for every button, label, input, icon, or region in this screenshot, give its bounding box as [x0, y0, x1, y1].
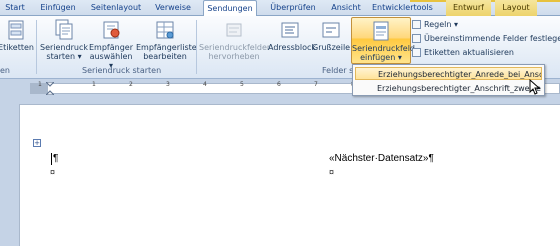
edit-recipient-list-icon — [156, 21, 174, 39]
cell-end-mark: ¤ — [329, 167, 335, 177]
cell-paragraph-mark[interactable]: ¶ — [53, 153, 58, 164]
ruler-number: 4 — [203, 81, 207, 88]
dropdown-item-anrede[interactable]: Erziehungsberechtigter_Anrede_bei_Ansch — [355, 67, 542, 80]
ruler-number: 1 — [38, 81, 42, 88]
highlight-fields-icon — [226, 23, 242, 37]
ruler-number: 2 — [129, 81, 133, 88]
seriendruck-starten-button[interactable]: Seriendruck starten ▾ — [40, 19, 88, 61]
ruler-number: 3 — [166, 81, 170, 88]
select-recipients-icon — [103, 21, 120, 39]
dropdown-item-anschrift[interactable]: Erziehungsberechtigter_Anschrift_zweize — [355, 82, 542, 95]
text-cursor — [51, 153, 52, 165]
greeting-line-icon — [322, 22, 340, 38]
tab-layout[interactable]: Layout — [495, 0, 537, 16]
ruler-number: 6 — [277, 81, 281, 88]
uebereinstimmende-felder-button[interactable]: Übereinstimmende Felder festlegen — [412, 33, 560, 44]
tab-ueberpruefen[interactable]: Überprüfen — [268, 0, 318, 16]
grusszeile-button[interactable]: Grußzeile — [312, 19, 350, 52]
document-page[interactable]: + ¶ ¤ «Nächster·Datensatz»¶ ¤ — [19, 104, 560, 246]
group-label-felder: Felder s — [322, 66, 354, 75]
ruler-number: 1 — [92, 81, 96, 88]
table-move-handle[interactable]: + — [33, 139, 41, 147]
ruler-number: 7 — [314, 81, 318, 88]
empfaengerliste-bearbeiten-button[interactable]: Empfängerliste bearbeiten — [136, 19, 197, 61]
ruler-number: 5 — [240, 81, 244, 88]
next-record-field[interactable]: «Nächster·Datensatz»¶ — [329, 153, 434, 164]
group-label-left: en — [0, 66, 10, 75]
ribbon-tab-bar: Start Einfügen Seitenlayout Verweise Sen… — [0, 0, 560, 17]
group-separator — [36, 20, 37, 74]
tab-seitenlayout[interactable]: Seitenlayout — [90, 0, 142, 16]
match-fields-icon — [412, 34, 421, 43]
insert-merge-field-icon — [373, 21, 389, 41]
document-area: + ¶ ¤ «Nächster·Datensatz»¶ ¤ — [0, 97, 560, 246]
tab-einfuegen[interactable]: Einfügen — [38, 0, 78, 16]
indent-marker-icon[interactable] — [46, 82, 54, 95]
seriendruckfelder-hervorheben-button[interactable]: Seriendruckfelder hervorheben — [199, 19, 270, 61]
tab-start[interactable]: Start — [3, 0, 27, 16]
adressblock-button[interactable]: Adressblock — [268, 19, 316, 52]
etiketten-aktualisieren-button[interactable]: Etiketten aktualisieren — [412, 47, 514, 58]
rules-icon — [412, 20, 421, 29]
etiketten-button[interactable]: Etiketten — [0, 19, 34, 52]
labels-icon — [8, 20, 24, 40]
merge-field-dropdown: Erziehungsberechtigter_Anrede_bei_Ansch … — [352, 64, 545, 96]
cell-end-mark: ¤ — [50, 167, 56, 177]
address-block-icon — [281, 22, 299, 38]
tab-entwurf[interactable]: Entwurf — [446, 0, 491, 16]
group-label-seriendruck-starten: Seriendruck starten — [82, 66, 162, 75]
group-separator — [196, 20, 197, 74]
mail-merge-start-icon — [55, 19, 73, 40]
seriendruckfeld-einfuegen-content: Seriendruckfeld einfügen ▾ — [352, 20, 415, 62]
tab-verweise[interactable]: Verweise — [154, 0, 192, 16]
empfaenger-auswaehlen-button[interactable]: Empfänger auswählen ▾ — [88, 19, 134, 70]
regeln-button[interactable]: Regeln ▾ — [412, 19, 458, 30]
tab-entwicklertools[interactable]: Entwicklertools — [372, 0, 433, 16]
update-labels-icon — [412, 48, 421, 57]
seriendruckfeld-einfuegen-button[interactable]: Seriendruckfeld einfügen ▾ — [351, 17, 415, 64]
tab-ansicht[interactable]: Ansicht — [330, 0, 362, 16]
tab-sendungen[interactable]: Sendungen — [203, 0, 257, 17]
mouse-cursor-icon — [529, 79, 541, 95]
